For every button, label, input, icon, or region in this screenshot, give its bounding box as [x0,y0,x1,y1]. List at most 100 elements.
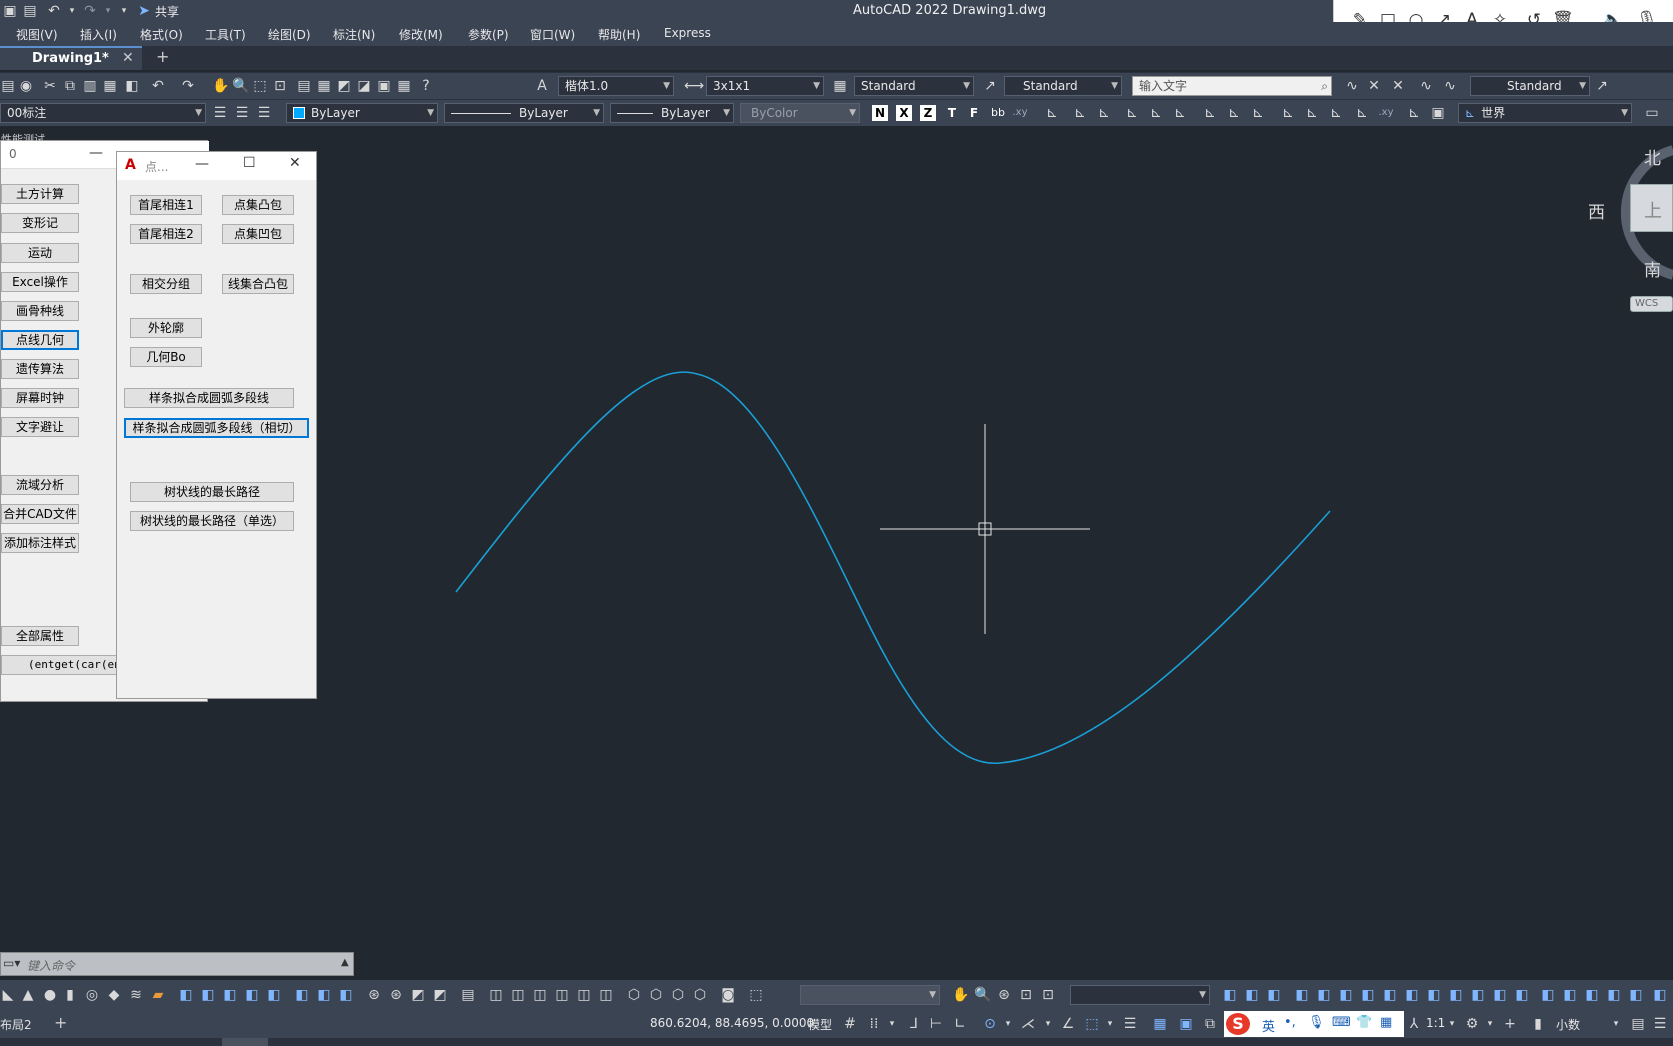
command-line[interactable]: ▭▾ 键入命令 ▲ [0,952,354,976]
layer-select[interactable]: 00标注 ▼ [0,103,206,123]
btn-excel[interactable]: Excel操作 [1,272,79,292]
curve-fit-icon[interactable]: ∿ [1442,78,1458,94]
pan-hand-icon[interactable]: ✋ [212,78,229,94]
interfere-icon[interactable]: ▤ [460,987,476,1003]
btn-point-line-geometry[interactable]: 点线几何 [1,330,79,350]
ucs-icon[interactable]: ⊾ [1044,105,1060,121]
isodraft-icon[interactable]: ⋌ [1020,1016,1036,1032]
viewcube-south[interactable]: 南 [1644,256,1661,281]
zoom-previous-icon[interactable]: ⊡ [1040,987,1056,1003]
ucs-z-icon[interactable]: ⊾ [1328,105,1344,121]
viewcube-west[interactable]: 西 [1588,198,1605,223]
ucs-world-icon[interactable]: ⊾ [1072,105,1088,121]
cascade-icon[interactable]: ◧ [1222,987,1238,1003]
region-icon[interactable]: ◧ [1426,987,1442,1003]
markup-icon[interactable]: ▣ [376,78,392,94]
etransmit-icon[interactable]: ◧ [1584,987,1600,1003]
separate-icon[interactable]: ◫ [554,987,570,1003]
publish-icon[interactable]: ◉ [18,78,34,94]
object-snap-icon[interactable]: ⬚ [1084,1016,1100,1032]
snap-icon[interactable]: ⁞⁞ [866,1016,882,1032]
ucs-previous-icon[interactable]: ⊾ [1096,105,1112,121]
spline-icon[interactable]: ∿ [1344,78,1360,94]
btn-point-concave-hull[interactable]: 点集凹包 [222,224,294,244]
voice-icon[interactable]: 🎙 [1308,1015,1325,1030]
maximize-icon[interactable]: ☐ [243,155,256,171]
gear-icon[interactable]: ⚙ [1464,1016,1480,1032]
keyboard-icon[interactable]: ⌨ [1332,1015,1351,1030]
thicken-icon[interactable]: ◫ [510,987,526,1003]
ucs-view-icon[interactable]: ⊾ [1172,105,1188,121]
btn-point-convex-hull[interactable]: 点集凸包 [222,195,294,215]
btn-outer-contour[interactable]: 外轮廓 [130,318,202,338]
lineweight-icon[interactable]: ☰ [1122,1016,1138,1032]
units-icon[interactable]: ▮ [1530,1016,1546,1032]
chevron-down-icon[interactable]: ▾ [1102,1016,1118,1032]
spline-curve[interactable] [455,371,1331,765]
wcs-menu[interactable]: WCS [1630,296,1673,312]
add-scale-plus-icon[interactable]: + [1502,1016,1518,1032]
btn-geometry-bo[interactable]: 几何Bo [130,347,202,367]
table-style-icon[interactable]: ▦ [832,78,848,94]
node-icon[interactable]: ✕ [1366,78,1382,94]
quick-properties-icon[interactable]: ▤ [1630,1016,1646,1032]
cut-icon[interactable]: ✂ [42,78,58,94]
shell-icon[interactable]: ◫ [576,987,592,1003]
sheet-icon[interactable]: ◧ [1514,987,1530,1003]
ucs-origin-icon[interactable]: ⊾ [1202,105,1218,121]
table-style-select[interactable]: Standard ▼ [854,76,974,96]
render-icon[interactable]: ◧ [1606,987,1622,1003]
model-space-toggle[interactable]: 模型 [808,1016,832,1033]
text-style-select[interactable]: 楷体1.0 ▼ [558,76,674,96]
menu-dimension[interactable]: 标注(N) [333,26,375,43]
btn-deform[interactable]: 变形记 [1,213,79,233]
materials-icon[interactable]: ◧ [1628,987,1644,1003]
menu-view[interactable]: 视图(V) [16,26,58,43]
ucs-object-icon[interactable]: ⊾ [1148,105,1164,121]
polyline-edit-icon[interactable]: ◧ [1360,987,1376,1003]
arrange-icon[interactable]: ◧ [1266,987,1282,1003]
design-center-icon[interactable]: ▦ [316,78,332,94]
menu-express[interactable]: Express [664,26,711,40]
tile-icon[interactable]: ◧ [1244,987,1260,1003]
dim-style-select[interactable]: 3x1x1 ▼ [706,76,824,96]
new-tab-plus-icon[interactable]: + [156,47,169,66]
share-label[interactable]: 共享 [155,3,179,20]
cylinder-icon[interactable]: ▮ [62,987,78,1003]
redo-icon[interactable]: ↷ [82,3,98,19]
menu-tools[interactable]: 工具(T) [205,26,246,43]
properties-icon[interactable]: ▤ [296,78,312,94]
print-icon[interactable]: ▤ [22,3,38,19]
intersect-icon[interactable]: ◧ [338,987,354,1003]
tab-drawing1[interactable]: Drawing1* ✕ [0,46,142,70]
zoom-window-icon[interactable]: ⊡ [1018,987,1034,1003]
annotation-scale[interactable]: 1:1 [1426,1016,1445,1030]
save-icon[interactable]: ▣ [2,3,18,19]
z-icon[interactable]: Z [920,105,936,121]
camera-icon[interactable]: ◙ [720,987,736,1003]
continuous-orbit-icon[interactable]: ⬡ [670,987,686,1003]
menu-format[interactable]: 格式(O) [140,26,183,43]
color-select[interactable]: ByLayer ▼ [286,103,438,123]
btn-motion[interactable]: 运动 [1,243,79,263]
helix-icon[interactable]: ≋ [128,987,144,1003]
distribute-icon[interactable]: ◧ [1316,987,1332,1003]
search-input[interactable]: 输入文字 ⌕ [1132,76,1332,96]
btn-text-avoid[interactable]: 文字避让 [1,417,79,437]
zoom-extents-icon[interactable]: ⊛ [996,987,1012,1003]
mleader-style-icon[interactable]: ↗ [982,78,998,94]
units-value[interactable]: 小数 [1556,1016,1580,1033]
orbit-icon[interactable]: ⬡ [626,987,642,1003]
xy-icon[interactable]: .xy [1378,105,1394,121]
visual-style-select[interactable]: Standard ▼ [1470,76,1590,96]
annotation-visibility-icon[interactable]: ⅄ [1406,1016,1422,1032]
help-icon[interactable]: ? [418,78,434,94]
chevron-down-icon[interactable]: ▾ [64,3,80,19]
share-icon[interactable]: ➤ [136,3,152,19]
3d-array-icon[interactable]: ◩ [432,987,448,1003]
menu-help[interactable]: 帮助(H) [598,26,640,43]
field-icon[interactable]: ◧ [1492,987,1508,1003]
viewcube-north[interactable]: 北 [1644,144,1661,169]
btn-tree-longest-path[interactable]: 树状线的最长路径 [130,482,294,502]
print-icon[interactable]: ▤ [0,78,16,94]
